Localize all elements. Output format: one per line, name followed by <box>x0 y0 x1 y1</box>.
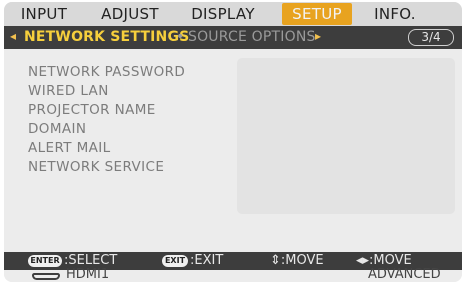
tab-adjust[interactable]: ADJUST <box>96 3 164 25</box>
move-vertical-label: ⇕:MOVE <box>270 253 324 268</box>
exit-key-icon: EXIT <box>162 255 188 267</box>
hdmi-icon <box>32 273 60 280</box>
menu-mode: ADVANCED <box>368 267 441 282</box>
menu-item-network-password[interactable]: NETWORK PASSWORD <box>28 64 185 80</box>
subtab-source-options[interactable]: SOURCE OPTIONS <box>188 29 316 45</box>
menu-item-projector-name[interactable]: PROJECTOR NAME <box>28 102 156 118</box>
tab-input[interactable]: INPUT <box>16 3 72 25</box>
projector-osd-menu: INPUT ADJUST DISPLAY SETUP INFO. ◂ NETWO… <box>4 2 462 282</box>
tab-display[interactable]: DISPLAY <box>187 3 259 25</box>
menu-item-wired-lan[interactable]: WIRED LAN <box>28 83 109 99</box>
page-indicator: 3/4 <box>408 29 454 46</box>
detail-panel <box>237 58 455 214</box>
subtab-network-settings[interactable]: NETWORK SETTINGS <box>24 29 189 45</box>
subtab-bar: ◂ NETWORK SETTINGS • SOURCE OPTIONS ▸ <box>4 26 462 49</box>
menu-item-domain[interactable]: DOMAIN <box>28 121 86 137</box>
tab-info[interactable]: INFO. <box>368 3 422 25</box>
exit-label: :EXIT <box>190 253 224 268</box>
input-source: HDMI1 <box>66 267 110 282</box>
main-tab-bar: INPUT ADJUST DISPLAY SETUP INFO. <box>4 2 462 26</box>
right-arrow-icon[interactable]: ▸ <box>315 29 321 43</box>
status-bar: HDMI1 ADVANCED <box>4 267 462 282</box>
tab-setup[interactable]: SETUP <box>282 3 352 25</box>
menu-item-network-service[interactable]: NETWORK SERVICE <box>28 159 164 175</box>
left-arrow-icon[interactable]: ◂ <box>10 29 16 43</box>
enter-key-icon: ENTER <box>28 255 62 267</box>
subtab-separator: • <box>176 29 185 45</box>
menu-item-alert-mail[interactable]: ALERT MAIL <box>28 140 111 156</box>
